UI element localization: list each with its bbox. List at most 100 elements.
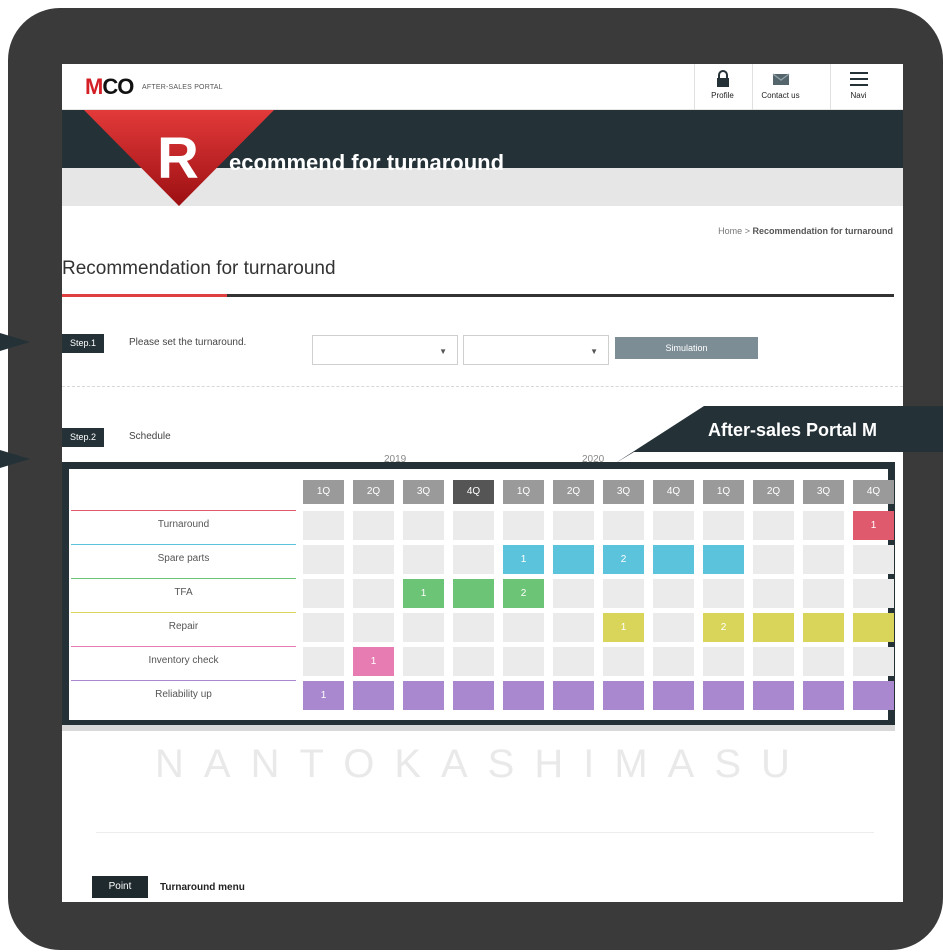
schedule-cell[interactable] <box>803 613 844 642</box>
dashed-divider <box>62 386 903 387</box>
top-bar: MCO AFTER-SALES PORTAL Profile Contact u… <box>62 64 903 110</box>
schedule-cell[interactable] <box>753 545 794 574</box>
schedule-cell[interactable] <box>653 647 694 676</box>
schedule-cell[interactable] <box>303 613 344 642</box>
quarter-header: 3Q <box>403 480 444 504</box>
quarter-header: 2Q <box>753 480 794 504</box>
schedule-cell[interactable] <box>553 613 594 642</box>
schedule-cell[interactable] <box>403 681 444 710</box>
schedule-cell[interactable] <box>803 579 844 608</box>
page-title: Recommendation for turnaround <box>62 258 336 279</box>
schedule-cell[interactable]: 1 <box>503 545 544 574</box>
watermark-text: NANTOKASHIMASU <box>155 742 810 786</box>
schedule-cell[interactable]: 1 <box>853 511 894 540</box>
schedule-cell[interactable] <box>853 579 894 608</box>
quarter-header: 1Q <box>503 480 544 504</box>
schedule-cell[interactable] <box>803 647 844 676</box>
schedule-cell[interactable] <box>303 511 344 540</box>
schedule-cell[interactable] <box>503 511 544 540</box>
schedule-cell[interactable] <box>753 613 794 642</box>
schedule-cell[interactable] <box>653 579 694 608</box>
schedule-cell[interactable] <box>703 579 744 608</box>
schedule-cell[interactable] <box>403 511 444 540</box>
schedule-gantt: 1Q 2Q 3Q 4Q 1Q 2Q 3Q 4Q 1Q 2Q 3Q 4Q Turnaround 1 Spare… <box>62 462 895 727</box>
schedule-cell[interactable] <box>753 681 794 710</box>
schedule-cell[interactable] <box>853 545 894 574</box>
schedule-cell[interactable] <box>603 579 644 608</box>
schedule-cell[interactable] <box>403 613 444 642</box>
schedule-cell[interactable] <box>803 511 844 540</box>
screen: MCO AFTER-SALES PORTAL Profile Contact u… <box>62 64 903 902</box>
schedule-cell[interactable] <box>403 545 444 574</box>
schedule-cell[interactable] <box>553 647 594 676</box>
schedule-cell[interactable] <box>353 613 394 642</box>
schedule-cell[interactable]: 2 <box>703 613 744 642</box>
turnaround-select-2[interactable]: ▼ <box>463 335 609 365</box>
schedule-cell[interactable] <box>653 511 694 540</box>
schedule-cell[interactable] <box>303 545 344 574</box>
schedule-row-label: Inventory check <box>148 655 219 666</box>
logo-mark: M <box>85 74 103 99</box>
schedule-cell[interactable] <box>353 545 394 574</box>
schedule-cell[interactable] <box>353 681 394 710</box>
schedule-cell[interactable]: 1 <box>603 613 644 642</box>
schedule-cell[interactable] <box>703 545 744 574</box>
schedule-cell[interactable] <box>453 613 494 642</box>
simulation-button[interactable]: Simulation <box>615 337 758 359</box>
logo[interactable]: MCO <box>85 74 134 100</box>
schedule-cell[interactable] <box>753 647 794 676</box>
schedule-cell[interactable] <box>503 613 544 642</box>
hero-title: ecommend for turnaround <box>229 150 505 175</box>
schedule-cell[interactable] <box>653 545 694 574</box>
schedule-cell[interactable] <box>353 511 394 540</box>
schedule-cell[interactable] <box>703 511 744 540</box>
schedule-cell[interactable]: 2 <box>603 545 644 574</box>
schedule-cell[interactable] <box>803 545 844 574</box>
step2-tag: Step.2 <box>62 428 105 447</box>
schedule-row-label: TFA <box>174 587 193 598</box>
schedule-cell[interactable] <box>353 579 394 608</box>
schedule-cell[interactable] <box>853 647 894 676</box>
schedule-cell[interactable] <box>403 647 444 676</box>
schedule-cell[interactable] <box>553 511 594 540</box>
schedule-cell[interactable] <box>303 647 344 676</box>
schedule-cell[interactable] <box>703 647 744 676</box>
schedule-cell[interactable] <box>553 579 594 608</box>
contact-button[interactable]: Contact us <box>752 64 808 110</box>
chevron-down-icon: ▼ <box>590 347 598 356</box>
schedule-cell[interactable] <box>753 511 794 540</box>
schedule-cell[interactable] <box>603 681 644 710</box>
point-text[interactable]: Turnaround menu <box>160 882 245 893</box>
schedule-cell[interactable] <box>603 647 644 676</box>
schedule-cell[interactable] <box>503 681 544 710</box>
schedule-cell[interactable] <box>453 647 494 676</box>
schedule-cell[interactable]: 1 <box>353 647 394 676</box>
schedule-cell[interactable] <box>503 647 544 676</box>
schedule-row-label: Reliability up <box>155 689 212 700</box>
schedule-cell[interactable] <box>753 579 794 608</box>
schedule-cell[interactable]: 2 <box>503 579 544 608</box>
schedule-cell[interactable] <box>853 681 894 710</box>
breadcrumb-home[interactable]: Home <box>718 226 742 236</box>
row-accent-line <box>71 544 296 545</box>
gantt-shadow <box>62 725 895 731</box>
turnaround-select-1[interactable]: ▼ <box>312 335 458 365</box>
schedule-cell[interactable] <box>303 579 344 608</box>
profile-button[interactable]: Profile <box>694 64 750 110</box>
schedule-cell[interactable] <box>853 613 894 642</box>
schedule-cell[interactable] <box>453 545 494 574</box>
schedule-cell[interactable] <box>453 579 494 608</box>
schedule-cell[interactable] <box>703 681 744 710</box>
schedule-cell[interactable] <box>653 681 694 710</box>
schedule-cell[interactable] <box>553 545 594 574</box>
schedule-cell[interactable]: 1 <box>403 579 444 608</box>
schedule-cell[interactable]: 1 <box>303 681 344 710</box>
schedule-cell[interactable] <box>803 681 844 710</box>
schedule-cell[interactable] <box>453 681 494 710</box>
schedule-cell[interactable] <box>603 511 644 540</box>
navi-button[interactable]: Navi <box>830 64 886 110</box>
step1-text: Please set the turnaround. <box>129 337 247 348</box>
schedule-cell[interactable] <box>653 613 694 642</box>
schedule-cell[interactable] <box>553 681 594 710</box>
schedule-cell[interactable] <box>453 511 494 540</box>
